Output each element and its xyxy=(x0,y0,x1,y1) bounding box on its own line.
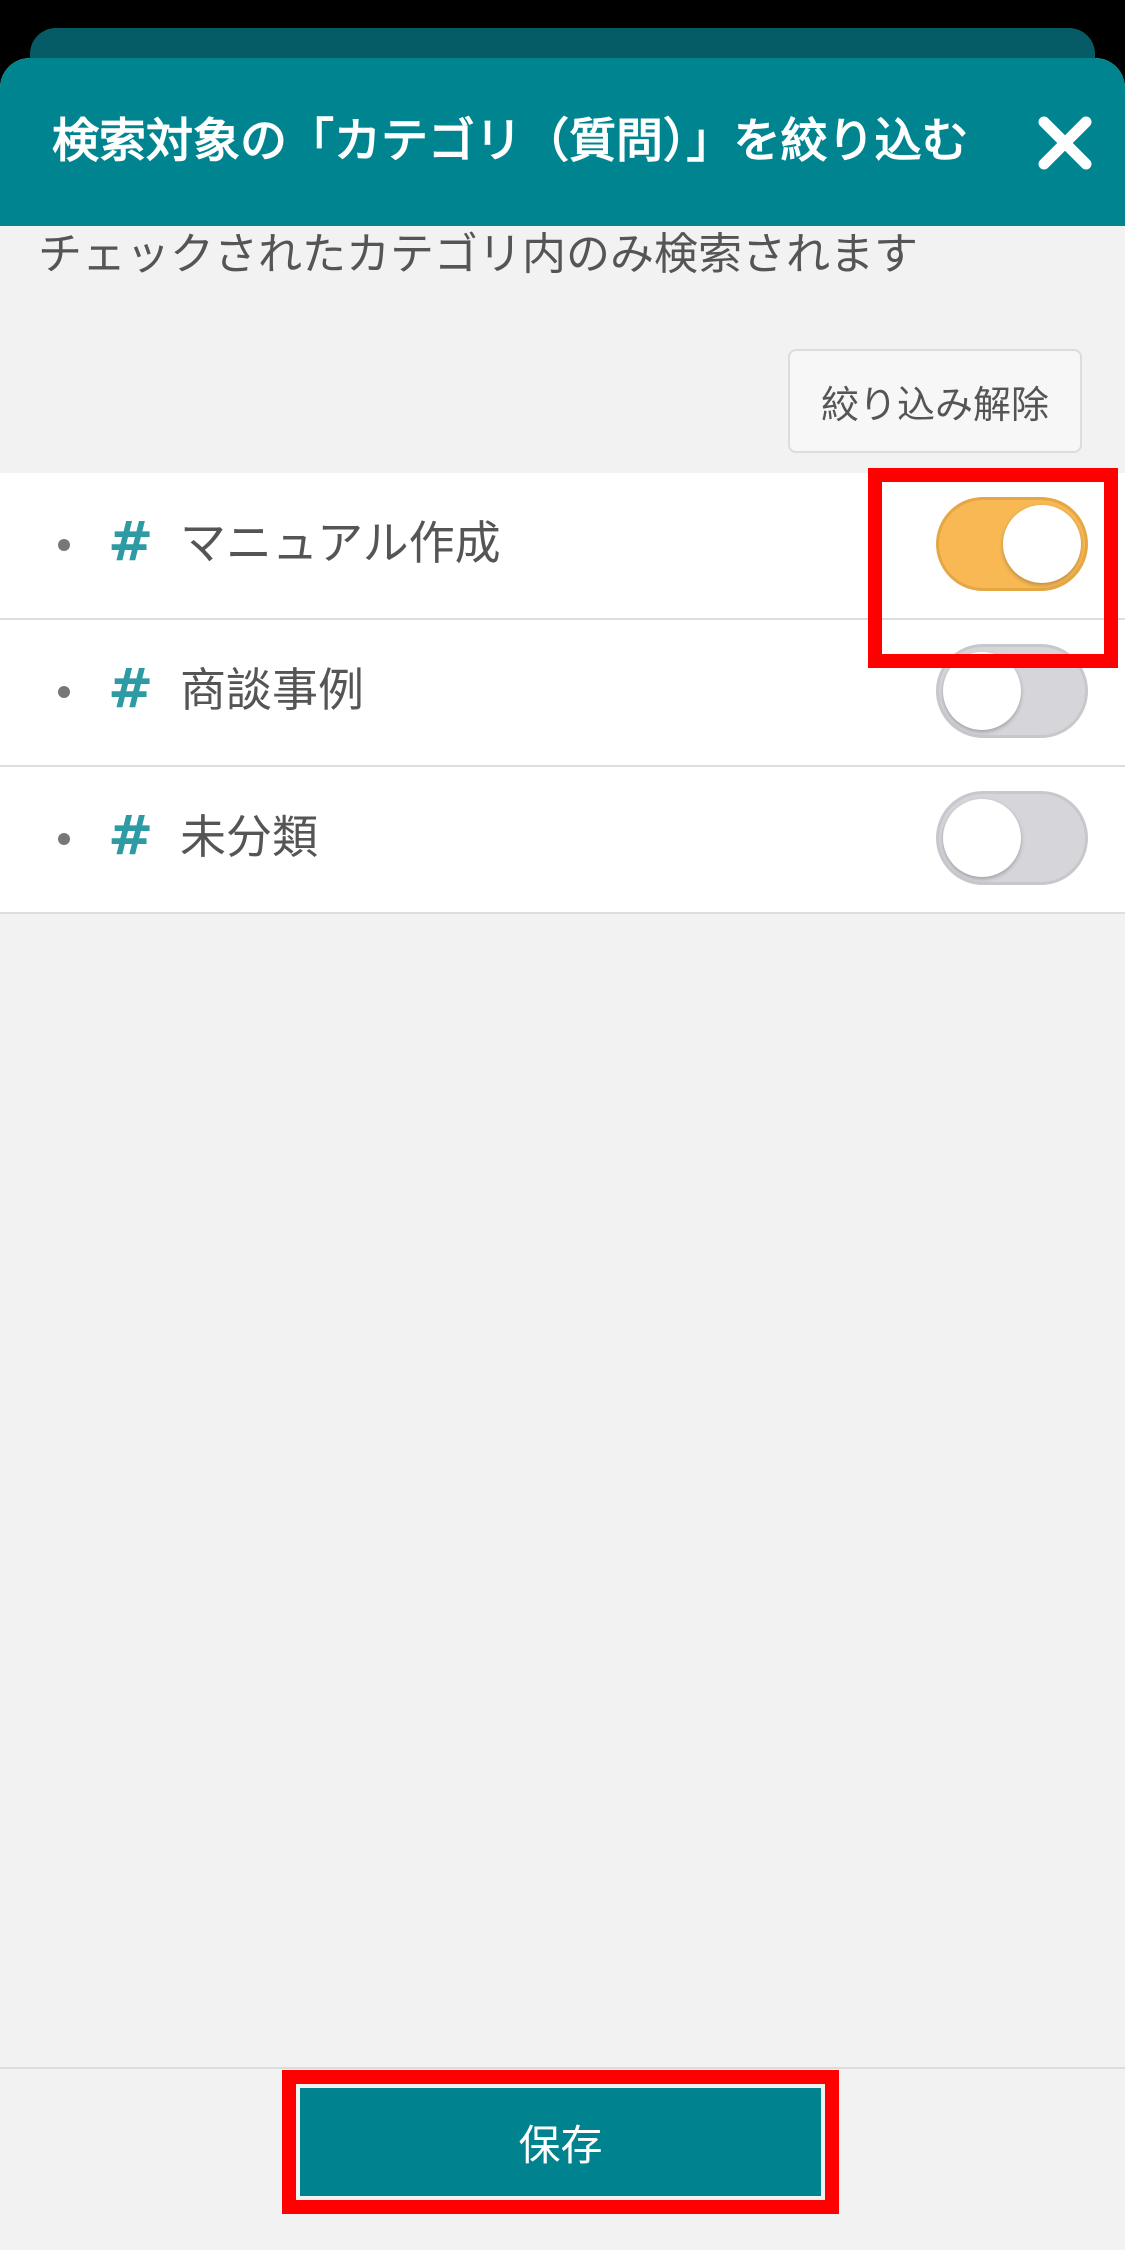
hash-icon: # xyxy=(108,510,154,573)
category-row: # マニュアル作成 xyxy=(0,473,1125,620)
dialog-title: 検索対象の「カテゴリ（質問）」を絞り込む xyxy=(52,114,969,169)
close-button[interactable] xyxy=(1030,108,1100,178)
footer-divider xyxy=(0,2067,1125,2069)
category-toggle[interactable] xyxy=(936,791,1088,885)
hash-icon: # xyxy=(108,657,154,720)
bullet-dot xyxy=(58,833,70,845)
filter-description: チェックされたカテゴリ内のみ検索されます xyxy=(38,229,918,280)
category-toggle[interactable] xyxy=(936,497,1088,591)
category-row: # 未分類 xyxy=(0,767,1125,914)
bullet-dot xyxy=(58,686,70,698)
save-button[interactable]: 保存 xyxy=(300,2088,821,2196)
dialog-header: 検索対象の「カテゴリ（質問）」を絞り込む xyxy=(0,58,1125,226)
category-list: # マニュアル作成 # 商談事例 # 未分類 xyxy=(0,473,1125,914)
hash-icon: # xyxy=(108,804,154,867)
toggle-knob xyxy=(943,799,1021,877)
category-label: 商談事例 xyxy=(180,663,364,717)
toggle-knob xyxy=(943,652,1021,730)
category-toggle[interactable] xyxy=(936,644,1088,738)
category-label: マニュアル作成 xyxy=(180,516,501,570)
close-icon xyxy=(1038,116,1092,170)
clear-filter-button[interactable]: 絞り込み解除 xyxy=(788,349,1082,453)
bullet-dot xyxy=(58,539,70,551)
toggle-knob xyxy=(1003,505,1081,583)
category-label: 未分類 xyxy=(180,810,318,864)
category-row: # 商談事例 xyxy=(0,620,1125,767)
